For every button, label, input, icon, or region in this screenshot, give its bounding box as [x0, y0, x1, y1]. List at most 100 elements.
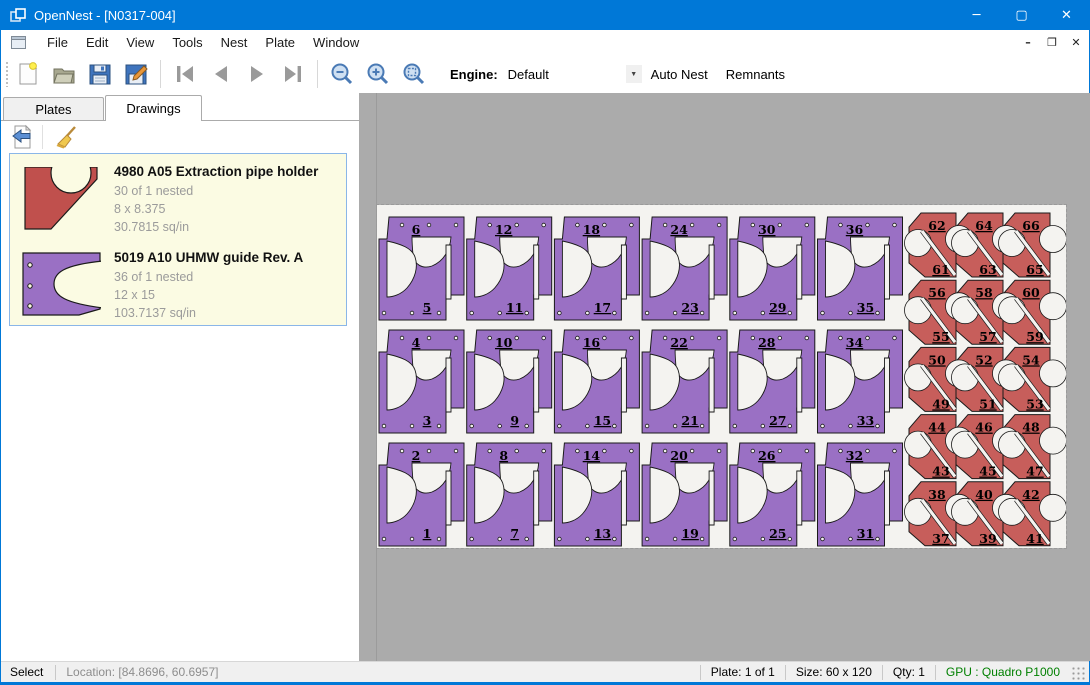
- part-number: 19: [681, 526, 698, 541]
- part-number: 26: [758, 448, 776, 463]
- auto-nest-button[interactable]: Auto Nest: [642, 61, 717, 88]
- toolbar-separator: [160, 60, 161, 88]
- mdi-restore-button[interactable]: ❐: [1045, 36, 1059, 50]
- last-plate-button[interactable]: [275, 58, 311, 90]
- last-arrow-icon: [281, 62, 305, 86]
- part-number: 40: [975, 487, 993, 502]
- save-icon: [87, 61, 113, 87]
- part-number: 59: [1026, 329, 1043, 344]
- part-number: 32: [846, 448, 863, 463]
- nest-canvas[interactable]: 6512111817242330293635431091615222128273…: [359, 93, 1090, 661]
- menu-edit[interactable]: Edit: [77, 31, 117, 54]
- resize-grip[interactable]: [1072, 667, 1086, 681]
- engine-value: Default: [504, 67, 549, 82]
- zoom-fit-button[interactable]: [396, 58, 432, 90]
- previous-arrow-icon: [209, 62, 233, 86]
- part-number: 18: [583, 222, 601, 237]
- drawing-nested-count: 30 of 1 nested: [114, 182, 346, 200]
- status-bar: Select Location: [84.8696, 60.6957] Plat…: [1, 661, 1089, 682]
- part-number: 10: [495, 335, 513, 350]
- save-as-icon: [123, 61, 149, 87]
- drawing-list: 4980 A05 Extraction pipe holder30 of 1 n…: [9, 153, 347, 326]
- drawing-size: 8 x 8.375: [114, 200, 346, 218]
- plate-status: Plate: 1 of 1: [701, 665, 785, 679]
- window-title: OpenNest - [N0317-004]: [34, 8, 176, 23]
- tab-drawings[interactable]: Drawings: [105, 95, 202, 121]
- title-bar: OpenNest - [N0317-004] ─ ▢ ✕: [1, 0, 1089, 30]
- part-number: 12: [495, 222, 512, 237]
- next-arrow-icon: [245, 62, 269, 86]
- part-number: 52: [975, 352, 992, 367]
- drawing-nested-count: 36 of 1 nested: [114, 268, 346, 286]
- menu-view[interactable]: View: [117, 31, 163, 54]
- part-number: 46: [975, 420, 993, 435]
- location-status: Location: [84.8696, 60.6957]: [56, 665, 228, 679]
- part-number: 20: [670, 448, 688, 463]
- part-number: 53: [1026, 396, 1043, 411]
- save-as-button[interactable]: [118, 58, 154, 90]
- size-status: Size: 60 x 120: [786, 665, 882, 679]
- menu-plate[interactable]: Plate: [256, 31, 304, 54]
- mdi-close-button[interactable]: ✕: [1069, 36, 1083, 50]
- new-file-button[interactable]: [10, 58, 46, 90]
- part-number: 66: [1022, 218, 1040, 233]
- drawing-thumbnail: [10, 159, 114, 240]
- part-number: 31: [857, 526, 874, 541]
- part-number: 51: [979, 396, 996, 411]
- part-number: 15: [594, 413, 611, 428]
- part-number: 36: [846, 222, 864, 237]
- part-number: 1: [423, 526, 432, 541]
- part-number: 38: [928, 487, 946, 502]
- part-number: 64: [975, 218, 993, 233]
- part-number: 37: [932, 531, 949, 546]
- part-number: 7: [510, 526, 519, 541]
- part-number: 17: [594, 300, 611, 315]
- part-number: 35: [857, 300, 874, 315]
- part-number: 49: [932, 396, 949, 411]
- plate-sheet[interactable]: 6512111817242330293635431091615222128273…: [377, 205, 1066, 548]
- toolbar-separator: [317, 60, 318, 88]
- previous-plate-button[interactable]: [203, 58, 239, 90]
- part-number: 16: [583, 335, 601, 350]
- minimize-button[interactable]: ─: [954, 0, 999, 30]
- remnants-button[interactable]: Remnants: [717, 61, 794, 88]
- next-plate-button[interactable]: [239, 58, 275, 90]
- close-button[interactable]: ✕: [1044, 0, 1089, 30]
- part-number: 4: [412, 335, 421, 350]
- menu-nest[interactable]: Nest: [212, 31, 257, 54]
- clear-drawings-button[interactable]: [50, 123, 84, 151]
- menu-file[interactable]: File: [38, 31, 77, 54]
- part-number: 56: [928, 285, 946, 300]
- part-number: 6: [412, 222, 421, 237]
- document-icon: [11, 36, 26, 49]
- open-button[interactable]: [46, 58, 82, 90]
- chevron-down-icon[interactable]: ▼: [626, 65, 642, 83]
- zoom-out-button[interactable]: [324, 58, 360, 90]
- drawing-item-0[interactable]: 4980 A05 Extraction pipe holder30 of 1 n…: [10, 154, 346, 240]
- tab-plates[interactable]: Plates: [3, 97, 104, 120]
- part-number: 55: [932, 329, 949, 344]
- import-drawing-button[interactable]: [5, 123, 39, 151]
- part-number: 34: [846, 335, 864, 350]
- maximize-button[interactable]: ▢: [999, 0, 1044, 30]
- mdi-minimize-button[interactable]: –: [1021, 36, 1035, 50]
- new-file-icon: [15, 61, 41, 87]
- pipe-holder-thumbnail: [23, 165, 101, 233]
- engine-combobox[interactable]: Default ▼: [504, 63, 642, 85]
- part-number: 5: [423, 300, 432, 315]
- part-number: 63: [979, 262, 996, 277]
- part-number: 48: [1022, 420, 1040, 435]
- menu-window[interactable]: Window: [304, 31, 368, 54]
- part-number: 65: [1026, 262, 1043, 277]
- menu-tools[interactable]: Tools: [163, 31, 211, 54]
- part-number: 29: [769, 300, 786, 315]
- zoom-in-button[interactable]: [360, 58, 396, 90]
- main-toolbar: Engine: Default ▼ Auto Nest Remnants: [1, 55, 1089, 93]
- drawing-item-1[interactable]: 5019 A10 UHMW guide Rev. A36 of 1 nested…: [10, 240, 346, 326]
- part-number: 11: [506, 300, 523, 315]
- first-plate-button[interactable]: [167, 58, 203, 90]
- part-number: 44: [928, 420, 946, 435]
- save-button[interactable]: [82, 58, 118, 90]
- part-number: 22: [670, 335, 687, 350]
- part-number: 30: [758, 222, 776, 237]
